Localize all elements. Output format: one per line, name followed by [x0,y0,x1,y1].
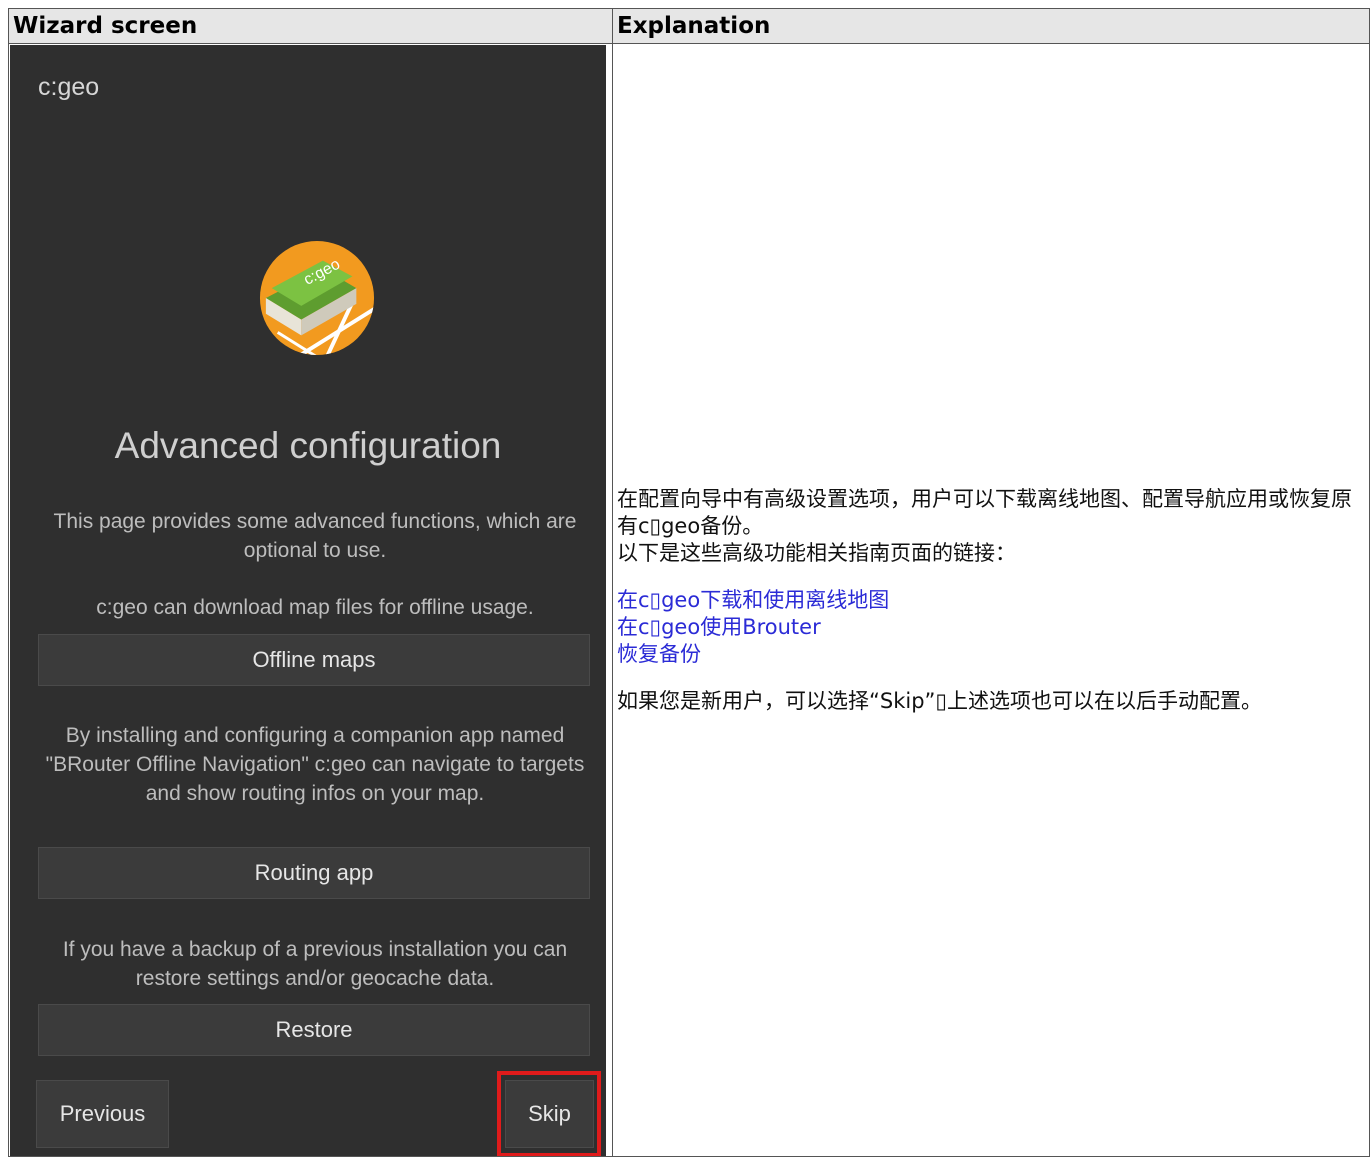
routing-app-button[interactable]: Routing app [38,847,590,899]
explanation-paragraph-1: 在配置向导中有高级设置选项，用户可以下载离线地图、配置导航应用或恢复原有c▯ge… [617,486,1352,538]
header-wizard-screen: Wizard screen [8,8,613,44]
link-restore-backup[interactable]: 恢复备份 [617,641,1361,668]
cgeo-logo-icon: c:geo [259,240,375,356]
wizard-screen-cell: c:geo c:geo Advanced configuration This … [8,43,613,1157]
explanation-paragraph-2: 以下是这些高级功能相关指南页面的链接： [617,540,1016,565]
explanation-paragraph-3: 如果您是新用户，可以选择“Skip”▯上述选项也可以在以后手动配置。 [617,688,1262,713]
phone-screenshot: c:geo c:geo Advanced configuration This … [10,45,606,1156]
offline-maps-button[interactable]: Offline maps [38,634,590,686]
restore-description: If you have a backup of a previous insta… [62,938,568,990]
table-row: c:geo c:geo Advanced configuration This … [8,43,1370,1157]
explanation-cell: 在配置向导中有高级设置选项，用户可以下载离线地图、配置导航应用或恢复原有c▯ge… [612,43,1370,1157]
wizard-title: Advanced configuration [114,425,502,466]
skip-button[interactable]: Skip [505,1080,594,1148]
app-title: c:geo [38,73,100,101]
wizard-doc-table: Wizard screen Explanation c:geo c:geo Ad… [8,8,1370,1157]
previous-button[interactable]: Previous [36,1080,169,1148]
header-explanation: Explanation [612,8,1370,44]
intro-text: This page provides some advanced functio… [53,510,577,562]
link-brouter[interactable]: 在c▯geo使用Brouter [617,614,1361,641]
offline-description: c:geo can download map files for offline… [96,596,534,619]
routing-description: By installing and configuring a companio… [45,724,585,805]
restore-button[interactable]: Restore [38,1004,590,1056]
table-header-row: Wizard screen Explanation [8,8,1370,44]
explanation-links: 在c▯geo下载和使用离线地图 在c▯geo使用Brouter 恢复备份 [617,587,1361,668]
link-offline-maps[interactable]: 在c▯geo下载和使用离线地图 [617,587,1361,614]
